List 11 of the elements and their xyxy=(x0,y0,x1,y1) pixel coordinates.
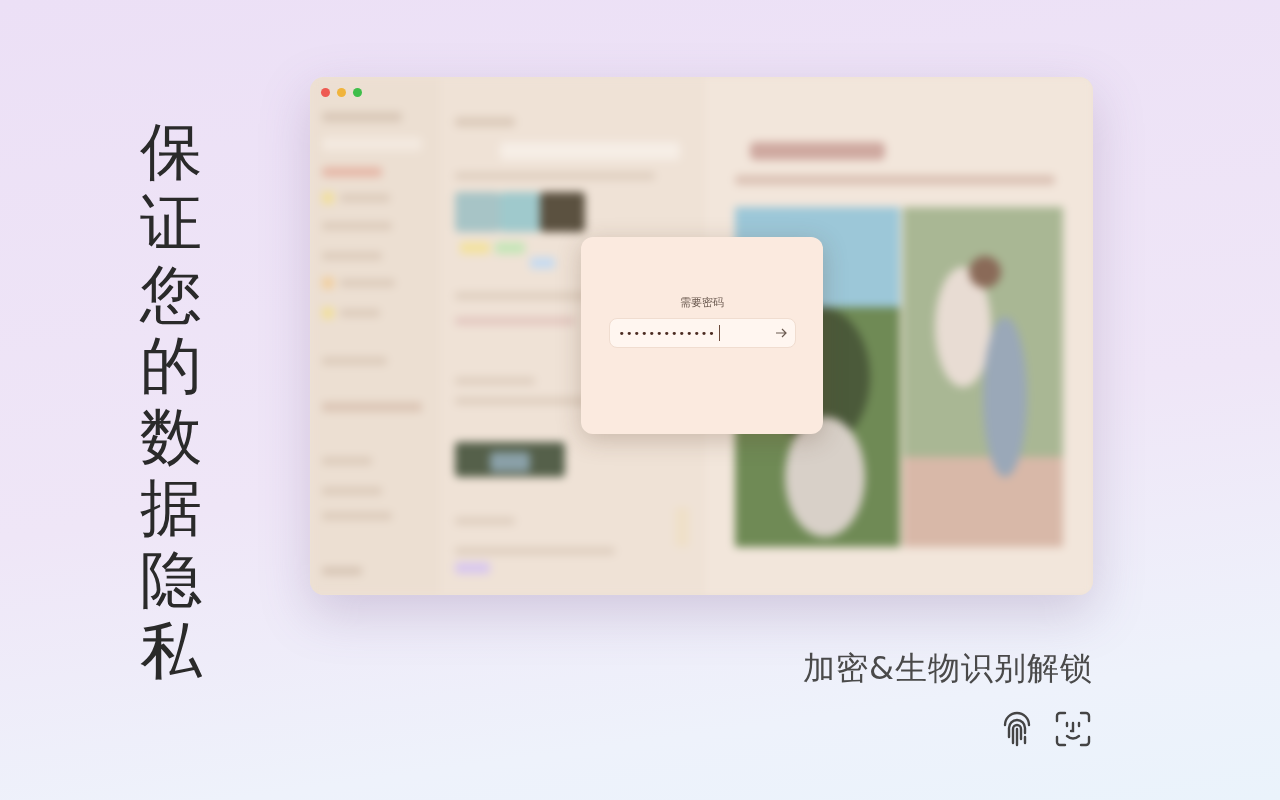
caption: 加密&生物识别解锁 xyxy=(803,648,1093,689)
face-id-icon xyxy=(1055,711,1091,747)
headline: 保证您的数据隐私 xyxy=(140,116,202,690)
minimize-icon[interactable] xyxy=(337,88,346,97)
arrow-right-icon[interactable] xyxy=(774,328,787,338)
password-field[interactable]: ••••••••••••• xyxy=(608,318,796,348)
dialog-title: 需要密码 xyxy=(680,295,724,310)
password-value: ••••••••••••• xyxy=(618,326,716,340)
zoom-icon[interactable] xyxy=(353,88,362,97)
fingerprint-icon xyxy=(1001,711,1033,747)
close-icon[interactable] xyxy=(321,88,330,97)
